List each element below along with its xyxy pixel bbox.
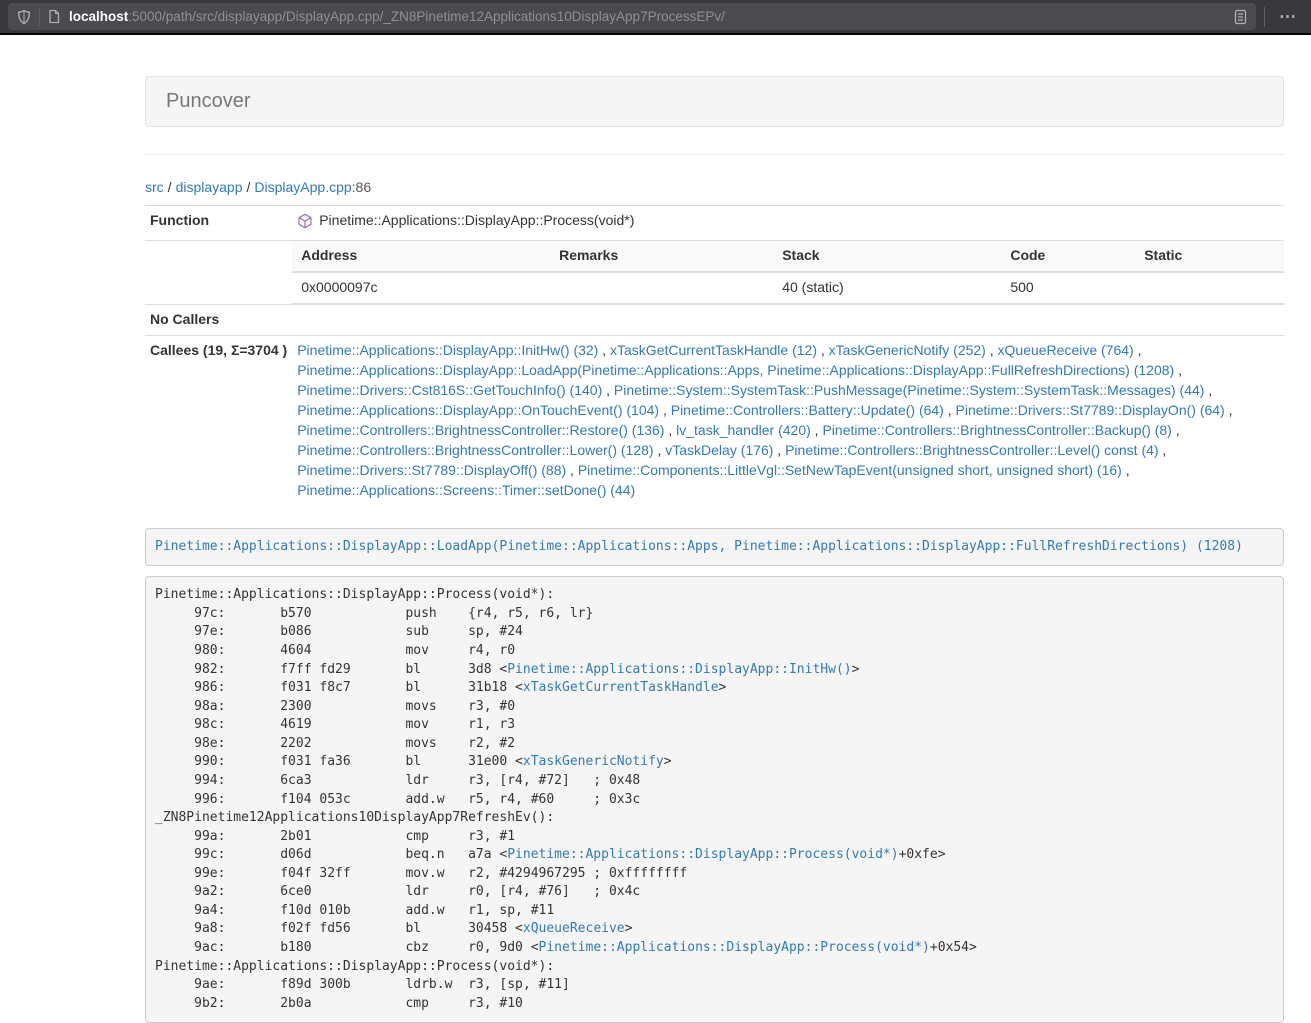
breadcrumb-separator: / — [164, 179, 176, 195]
app-header-panel: Puncover — [145, 76, 1284, 127]
callee-link[interactable]: Pinetime::Controllers::BrightnessControl… — [297, 442, 653, 458]
column-header-static: Static — [1135, 241, 1284, 272]
metrics-value-row: 0x0000097c 40 (static) 500 — [292, 272, 1284, 303]
stack-value: 40 (static) — [773, 272, 1001, 303]
table-row: Address Remarks Stack Code Static 0x0000… — [145, 240, 1284, 304]
function-label: Function — [145, 205, 292, 240]
callees-cell: Pinetime::Applications::DisplayApp::Init… — [292, 335, 1284, 505]
urlbar-separator — [39, 8, 40, 26]
symbol-cube-icon — [297, 213, 313, 229]
callee-link[interactable]: lv_task_handler (420) — [676, 422, 811, 438]
metrics-table: Address Remarks Stack Code Static 0x0000… — [292, 241, 1284, 304]
remarks-value — [550, 272, 773, 303]
page-content: Puncover src/displayapp/DisplayApp.cpp:8… — [145, 76, 1284, 1023]
empty-header-cell — [145, 240, 292, 304]
callee-link[interactable]: Pinetime::Controllers::BrightnessControl… — [297, 422, 664, 438]
callees-label: Callees (19, Σ=3704 ) — [145, 335, 292, 505]
breadcrumb: src/displayapp/DisplayApp.cpp:86 — [145, 178, 1284, 198]
breadcrumb-link-src[interactable]: src — [145, 179, 164, 195]
callee-link[interactable]: Pinetime::Applications::DisplayApp::Load… — [297, 362, 1174, 378]
function-signature: Pinetime::Applications::DisplayApp::Proc… — [297, 211, 634, 231]
divider — [145, 154, 1284, 155]
address-value: 0x0000097c — [292, 272, 550, 303]
breadcrumb-line-number: :86 — [352, 179, 371, 195]
url-bar[interactable]: localhost:5000/path/src/displayapp/Displ… — [8, 3, 1256, 30]
code-symbol-link[interactable]: xTaskGenericNotify — [523, 754, 664, 769]
table-row: No Callers — [145, 304, 1284, 335]
static-value — [1135, 272, 1284, 303]
reader-view-icon[interactable] — [1233, 9, 1248, 25]
highlighted-symbol-link[interactable]: Pinetime::Applications::DisplayApp::Load… — [155, 539, 1243, 554]
callee-link[interactable]: xTaskGenericNotify (252) — [829, 342, 986, 358]
breadcrumb-link-file[interactable]: DisplayApp.cpp — [254, 179, 351, 195]
code-symbol-link[interactable]: Pinetime::Applications::DisplayApp::Proc… — [507, 847, 898, 862]
toolbar-separator — [1264, 7, 1265, 27]
callee-link[interactable]: vTaskDelay (176) — [665, 442, 773, 458]
callee-link[interactable]: Pinetime::Controllers::BrightnessControl… — [785, 442, 1158, 458]
metrics-header-row: Address Remarks Stack Code Static — [292, 241, 1284, 272]
callee-link[interactable]: Pinetime::Drivers::Cst816S::GetTouchInfo… — [297, 382, 602, 398]
code-symbol-link[interactable]: Pinetime::Applications::DisplayApp::Proc… — [539, 940, 930, 955]
breadcrumb-link-displayapp[interactable]: displayapp — [176, 179, 243, 195]
callee-link[interactable]: Pinetime::Controllers::BrightnessControl… — [822, 422, 1171, 438]
callee-link[interactable]: Pinetime::System::SystemTask::PushMessag… — [614, 382, 1205, 398]
callee-link[interactable]: Pinetime::Components::LittleVgl::SetNewT… — [578, 462, 1122, 478]
browser-toolbar: localhost:5000/path/src/displayapp/Displ… — [0, 0, 1311, 35]
callers-cell — [292, 304, 1284, 335]
no-callers-label: No Callers — [145, 304, 292, 335]
code-size-value: 500 — [1001, 272, 1135, 303]
column-header-stack: Stack — [773, 241, 1001, 272]
table-row: Function Pinetime::Applications::Display… — [145, 205, 1284, 240]
callee-link[interactable]: xTaskGetCurrentTaskHandle (12) — [610, 342, 817, 358]
url-host: localhost — [69, 9, 128, 24]
callee-link[interactable]: Pinetime::Applications::Screens::Timer::… — [297, 482, 635, 498]
callee-link[interactable]: Pinetime::Drivers::St7789::DisplayOff() … — [297, 462, 566, 478]
column-header-remarks: Remarks — [550, 241, 773, 272]
shield-icon[interactable] — [16, 9, 32, 25]
code-symbol-link[interactable]: xTaskGetCurrentTaskHandle — [523, 680, 719, 695]
breadcrumb-separator: / — [243, 179, 255, 195]
disassembly-listing: Pinetime::Applications::DisplayApp::Proc… — [145, 576, 1284, 1023]
function-detail-table: Function Pinetime::Applications::Display… — [145, 205, 1284, 506]
column-header-code: Code — [1001, 241, 1135, 272]
callee-link[interactable]: Pinetime::Applications::DisplayApp::OnTo… — [297, 402, 659, 418]
code-symbol-link[interactable]: xQueueReceive — [523, 921, 625, 936]
column-header-address: Address — [292, 241, 550, 272]
callee-link[interactable]: Pinetime::Controllers::Battery::Update()… — [671, 402, 944, 418]
page-title: Puncover — [166, 90, 251, 112]
code-symbol-link[interactable]: Pinetime::Applications::DisplayApp::Init… — [507, 662, 851, 677]
highlighted-symbol-box: Pinetime::Applications::DisplayApp::Load… — [145, 528, 1284, 567]
callee-link[interactable]: xQueueReceive (764) — [998, 342, 1134, 358]
function-name: Pinetime::Applications::DisplayApp::Proc… — [319, 211, 634, 231]
callee-link[interactable]: Pinetime::Drivers::St7789::DisplayOn() (… — [956, 402, 1225, 418]
callee-link[interactable]: Pinetime::Applications::DisplayApp::Init… — [297, 342, 598, 358]
table-row: Callees (19, Σ=3704 ) Pinetime::Applicat… — [145, 335, 1284, 505]
url-text[interactable]: localhost:5000/path/src/displayapp/Displ… — [69, 7, 1233, 26]
more-menu-button[interactable]: ⋯ — [1273, 6, 1303, 27]
page-icon[interactable] — [47, 9, 61, 24]
url-path: :5000/path/src/displayapp/DisplayApp.cpp… — [128, 9, 725, 24]
